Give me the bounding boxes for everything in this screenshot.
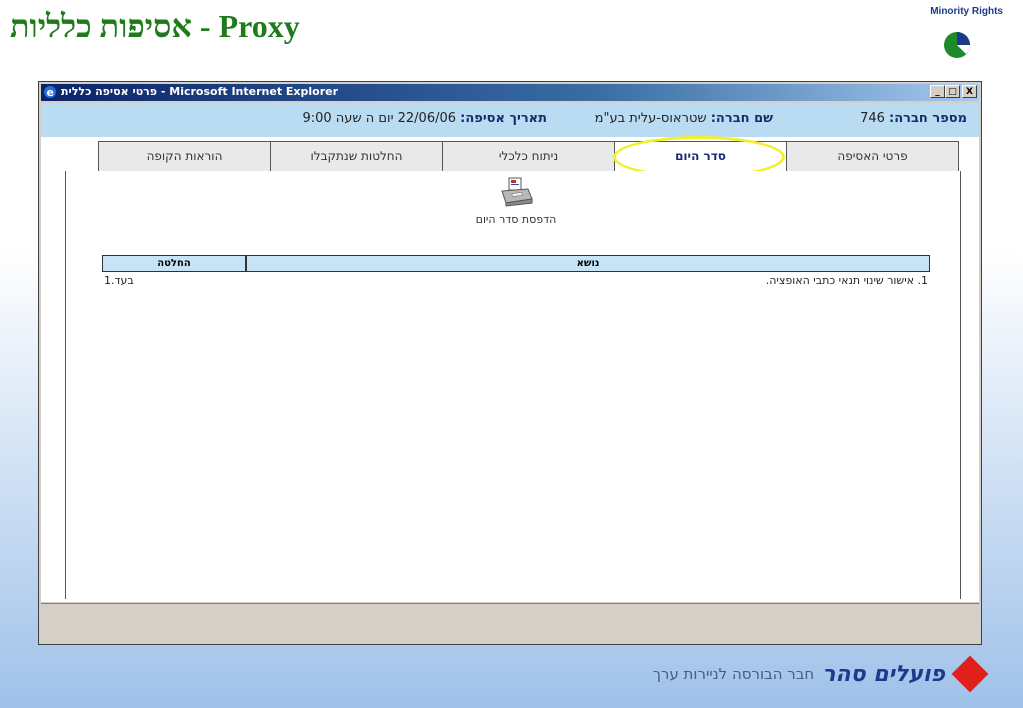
subject-column-header: נושא [245, 256, 929, 271]
agenda-subject-cell: 1. אישור שינוי תנאי כתבי האופציה. [765, 274, 928, 287]
ie-icon: e [44, 86, 56, 99]
print-agenda-button[interactable]: הדפסת סדר היום [446, 177, 586, 226]
footer-subtitle: חבר הבורסה לניירות ערך [652, 665, 815, 683]
agenda-table: נושא החלטה 1. אישור שינוי תנאי כתבי האופ… [102, 255, 930, 290]
window-title: פרטי אסיפה כללית - Microsoft Internet Ex… [61, 85, 339, 98]
pie-logo-icon [944, 32, 970, 58]
tab-bar: פרטי האסיפה סדר היום ניתוח כלכלי החלטות … [98, 141, 959, 171]
company-name: שם חברה: שטראוס-עלית בע"מ [595, 111, 773, 126]
footer-logo: פועלים סהר חבר הבורסה לניירות ערך [652, 655, 989, 693]
tab-fund-instructions[interactable]: הוראות הקופה [98, 141, 271, 171]
window-controls: _ □ X [930, 85, 977, 98]
printer-icon [501, 177, 533, 207]
slide-title: אסיפות כלליות - Proxy [10, 8, 300, 44]
maximize-button[interactable]: □ [945, 85, 960, 98]
agenda-decision-cell: 1.בעד [104, 274, 134, 287]
window-titlebar[interactable]: e פרטי אסיפה כללית - Microsoft Internet … [41, 84, 979, 101]
table-row: 1. אישור שינוי תנאי כתבי האופציה. 1.בעד [102, 272, 930, 290]
browser-window: e פרטי אסיפה כללית - Microsoft Internet … [38, 81, 982, 645]
meeting-date: תאריך אסיפה: 22/06/06 יום ה שעה 9:00 [302, 111, 547, 126]
company-name-value: שטראוס-עלית בע"מ [594, 111, 707, 126]
print-agenda-label: הדפסת סדר היום [475, 213, 557, 226]
meeting-info-bar: מספר חברה: 746 שם חברה: שטראוס-עלית בע"מ… [41, 103, 979, 137]
company-name-label: שם חברה: [710, 111, 773, 126]
agenda-header-row: נושא החלטה [102, 255, 930, 272]
status-bar [41, 603, 979, 642]
company-number: מספר חברה: 746 [860, 111, 967, 126]
decision-column-header: החלטה [103, 256, 245, 271]
minimize-button[interactable]: _ [930, 85, 945, 98]
tab-decisions-taken[interactable]: החלטות שנתקבלו [270, 141, 443, 171]
agenda-panel: הדפסת סדר היום נושא החלטה 1. אישור שינוי… [65, 171, 961, 599]
brand-label: Minority Rights [930, 6, 1003, 17]
meeting-date-label: תאריך אסיפה: [460, 111, 547, 126]
company-number-label: מספר חברה: [889, 111, 967, 126]
footer-brand: פועלים סהר [822, 661, 945, 687]
svg-text:e: e [47, 86, 54, 99]
tab-agenda[interactable]: סדר היום [614, 141, 787, 171]
meeting-date-value: 22/06/06 יום ה שעה 9:00 [302, 111, 457, 126]
company-number-value: 746 [860, 111, 885, 126]
tab-economic-analysis[interactable]: ניתוח כלכלי [442, 141, 615, 171]
diamond-logo-icon [951, 655, 989, 693]
close-button[interactable]: X [962, 85, 977, 98]
tab-meeting-details[interactable]: פרטי האסיפה [786, 141, 959, 171]
page-content: מספר חברה: 746 שם חברה: שטראוס-עלית בע"מ… [41, 103, 979, 602]
